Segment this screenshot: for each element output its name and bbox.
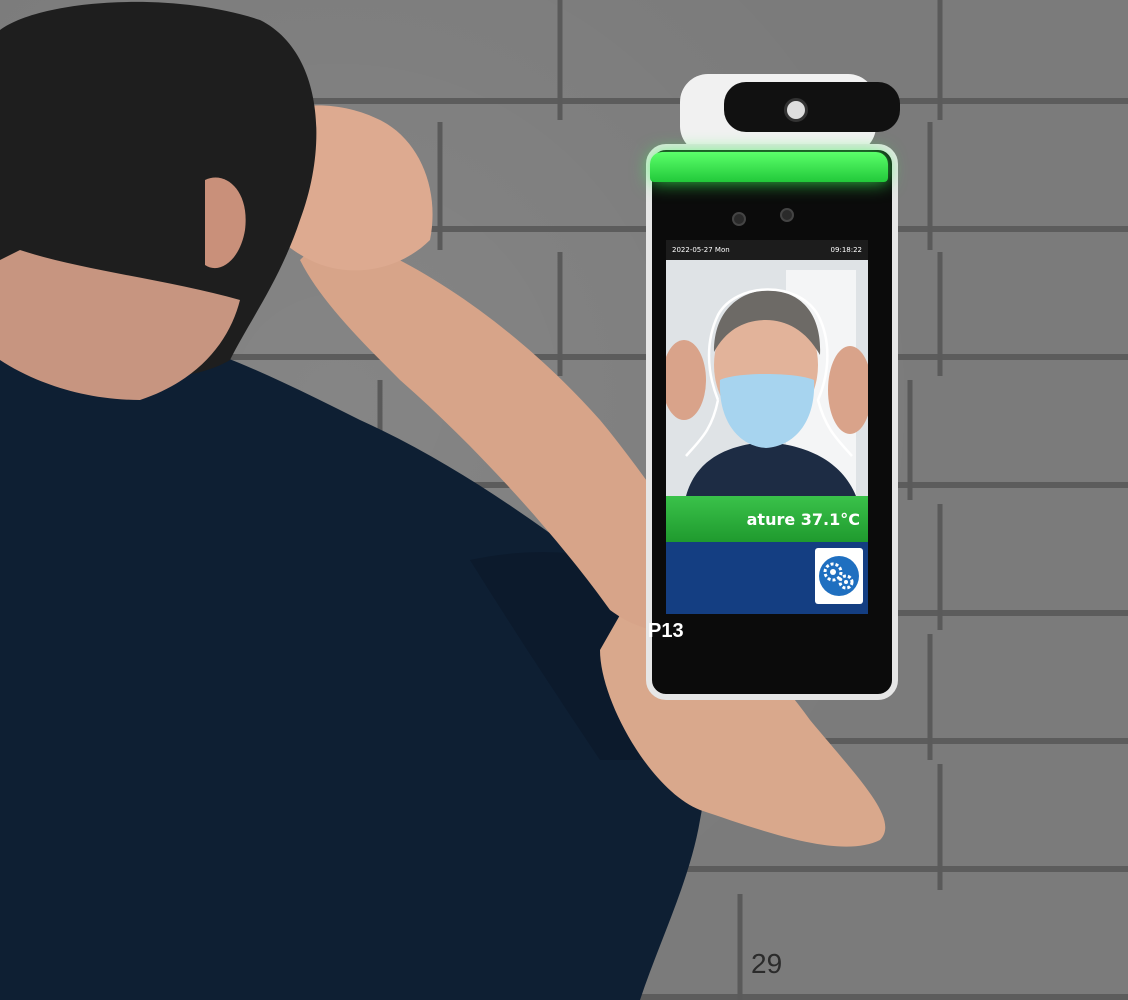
screen-time: 09:18:22: [830, 246, 862, 254]
page-number: 29: [751, 948, 783, 979]
screen-status-bar: 2022-05-27 Mon 09:18:22: [666, 240, 868, 260]
settings-button[interactable]: [815, 548, 863, 604]
camera-lens-icon: [784, 98, 808, 122]
temperature-readout: ature 37.1°C: [746, 509, 860, 529]
sensor-left-icon: [732, 212, 746, 226]
camera-module: [680, 74, 900, 154]
temperature-banner: ature 37.1°C: [666, 496, 868, 542]
gear-icon: [819, 556, 859, 596]
photo-scene: [0, 0, 943, 1000]
screen-date: 2022-05-27 Mon: [672, 246, 730, 254]
device-screen: 2022-05-27 Mon 09:18:22 ature 37.1°C: [666, 240, 868, 614]
thermal-scanner-device: 2022-05-27 Mon 09:18:22 ature 37.1°C: [646, 74, 902, 700]
device-model-label: P13: [648, 620, 684, 642]
status-light-bar: [650, 152, 888, 182]
camera-face: [724, 82, 900, 132]
sensor-right-icon: [780, 208, 794, 222]
face-camera-view: [666, 260, 868, 496]
